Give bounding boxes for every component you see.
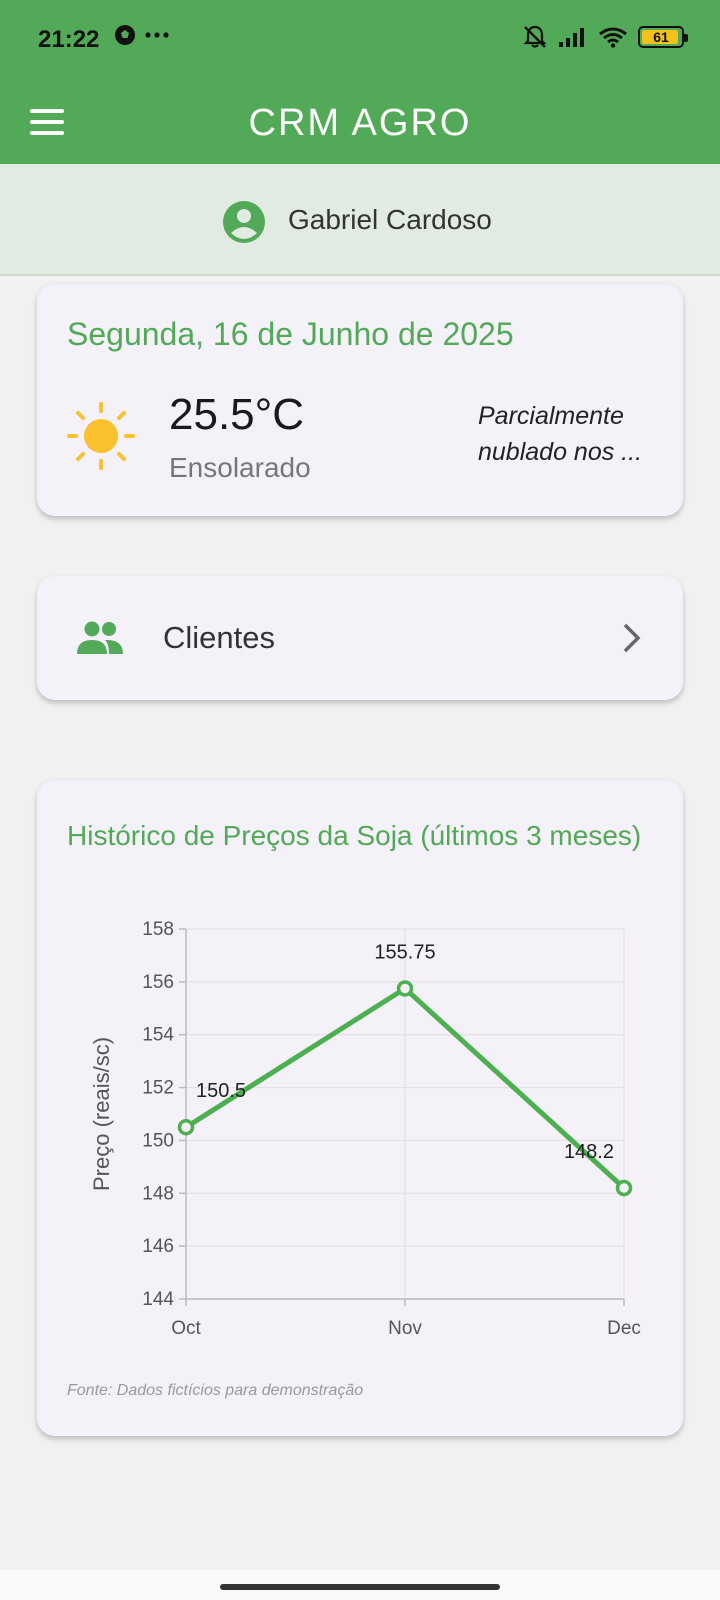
y-tick-label: 156 xyxy=(142,972,174,993)
y-tick-label: 150 xyxy=(142,1130,174,1151)
people-icon xyxy=(77,621,123,654)
data-label: 148.2 xyxy=(564,1141,614,1163)
status-right-icons: 61 xyxy=(522,24,688,50)
user-banner: Gabriel Cardoso xyxy=(0,164,720,276)
wifi-icon xyxy=(599,27,627,48)
y-axis-label: Preço (reais/sc) xyxy=(89,1037,114,1191)
price-chart: 144 146 148 150 152 154 156 158 Oct Nov Dec Preço (… xyxy=(89,919,641,1339)
chevron-right-icon xyxy=(623,623,641,653)
football-icon xyxy=(115,25,135,45)
chart-source: Fonte: Dados fictícios para demonstração xyxy=(67,1382,364,1399)
data-point xyxy=(177,1118,195,1136)
clients-label: Clientes xyxy=(163,620,275,655)
bell-off-icon xyxy=(523,25,547,48)
user-name: Gabriel Cardoso xyxy=(288,204,492,235)
chart-title: Histórico de Preços da Soja (últimos 3 m… xyxy=(67,820,642,851)
battery-icon: 61 xyxy=(638,26,688,48)
y-tick-label: 154 xyxy=(142,1025,174,1046)
y-tick-label: 144 xyxy=(142,1289,174,1310)
y-tick-label: 152 xyxy=(142,1078,174,1099)
app-bar: CRM AGRO xyxy=(0,80,720,164)
signal-icon xyxy=(559,28,584,47)
app-title: CRM AGRO xyxy=(248,102,472,144)
x-tick-label: Dec xyxy=(607,1318,641,1339)
battery-level: 61 xyxy=(653,29,669,45)
data-point xyxy=(396,980,414,997)
status-time: 21:22 xyxy=(38,26,100,53)
data-label: 150.5 xyxy=(196,1080,246,1102)
status-left-icons xyxy=(114,24,170,46)
y-tick-label: 158 xyxy=(142,919,174,940)
y-tick-label: 148 xyxy=(142,1183,174,1204)
weather-date: Segunda, 16 de Junho de 2025 xyxy=(67,316,514,352)
weather-condition: Ensolarado xyxy=(169,452,311,483)
data-point xyxy=(615,1179,633,1197)
account-circle-icon xyxy=(223,201,265,243)
weather-forecast: Parcialmente nublado nos ... xyxy=(478,402,643,466)
price-chart-card: Histórico de Preços da Soja (últimos 3 m… xyxy=(37,780,683,1436)
clients-button[interactable]: Clientes xyxy=(37,576,683,700)
gesture-bar[interactable] xyxy=(220,1584,500,1590)
status-bar: 21:22 61 xyxy=(0,0,720,80)
sun-icon xyxy=(67,402,135,470)
x-tick-label: Oct xyxy=(171,1318,201,1339)
y-tick-label: 146 xyxy=(142,1236,174,1257)
data-label: 155.75 xyxy=(374,941,435,963)
temperature: 25.5°C xyxy=(169,390,305,439)
more-dots-icon xyxy=(145,32,169,38)
weather-card: Segunda, 16 de Junho de 2025 25.5°C Enso… xyxy=(37,284,683,516)
x-tick-label: Nov xyxy=(388,1318,422,1339)
